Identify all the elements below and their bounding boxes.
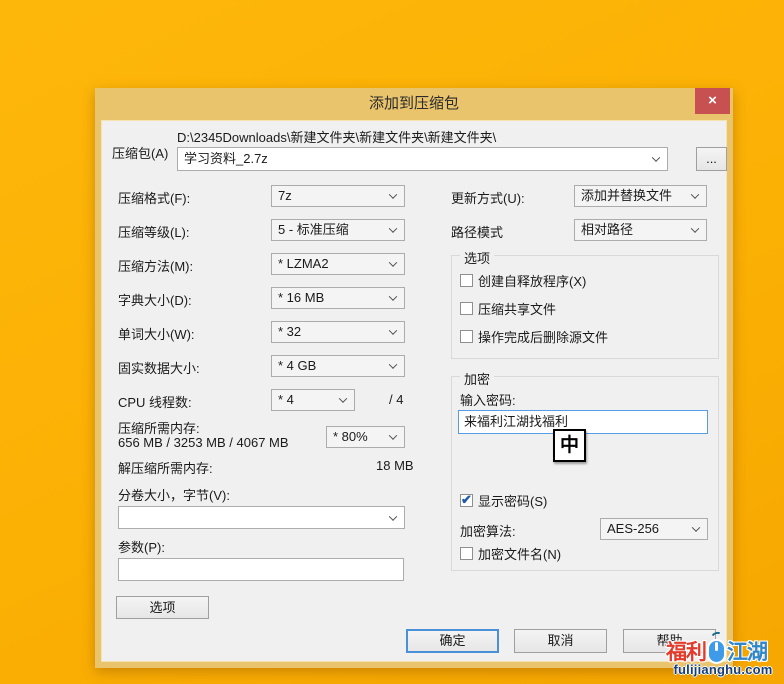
level-label: 压缩等级(L): xyxy=(118,222,190,241)
chevron-down-icon xyxy=(692,523,700,531)
cpu-threads-label: CPU 线程数: xyxy=(118,392,192,411)
chevron-down-icon xyxy=(389,292,397,300)
checkbox-box[interactable] xyxy=(460,547,473,560)
watermark: 福利 江湖 fulijianghu.com xyxy=(664,628,784,684)
cpu-threads-total: / 4 xyxy=(389,392,403,407)
chevron-down-icon xyxy=(389,431,397,439)
dialog-title: 添加到压缩包 xyxy=(369,95,459,112)
cancel-button[interactable]: 取消 xyxy=(514,629,607,653)
checkbox-encrypt-names[interactable]: 加密文件名(N) xyxy=(460,544,561,563)
chevron-down-icon xyxy=(389,258,397,266)
compress-memory-value: 656 MB / 3253 MB / 4067 MB xyxy=(118,435,289,450)
watermark-url: fulijianghu.com xyxy=(664,662,782,677)
chevron-down-icon xyxy=(389,360,397,368)
close-icon[interactable]: × xyxy=(695,88,730,114)
checkbox-box[interactable] xyxy=(460,330,473,343)
solid-block-label: 固实数据大小: xyxy=(118,358,200,377)
chevron-down-icon[interactable] xyxy=(652,153,660,161)
encryption-method-dropdown[interactable]: AES-256 xyxy=(600,518,708,540)
cpu-threads-dropdown[interactable]: * 4 xyxy=(271,389,355,411)
format-dropdown[interactable]: 7z xyxy=(271,185,405,207)
archive-name-value: 学习资料_2.7z xyxy=(184,151,268,166)
volume-size-combobox[interactable] xyxy=(118,506,405,529)
password-label: 输入密码: xyxy=(460,390,516,409)
chevron-down-icon xyxy=(389,224,397,232)
add-to-archive-dialog: 添加到压缩包 × 压缩包(A) D:\2345Downloads\新建文件夹\新… xyxy=(95,88,733,668)
archive-name-combobox[interactable]: 学习资料_2.7z xyxy=(177,147,668,171)
update-mode-dropdown[interactable]: 添加并替换文件 xyxy=(574,185,707,207)
parameters-input[interactable] xyxy=(118,558,404,581)
chevron-down-icon xyxy=(691,190,699,198)
memory-usage-dropdown[interactable]: * 80% xyxy=(326,426,405,448)
chevron-down-icon[interactable] xyxy=(389,512,397,520)
checkbox-delete-after[interactable]: 操作完成后删除源文件 xyxy=(460,327,608,346)
ok-button[interactable]: 确定 xyxy=(406,629,499,653)
encryption-group: 加密 输入密码: 来福利江湖找福利 ✔ 显示密码(S) 加密算法: AES-25… xyxy=(451,376,719,571)
update-mode-label: 更新方式(U): xyxy=(451,188,525,207)
mouse-icon xyxy=(709,641,724,662)
options-group-title: 选项 xyxy=(460,248,494,267)
chevron-down-icon xyxy=(389,326,397,334)
format-label: 压缩格式(F): xyxy=(118,188,190,207)
checkbox-compress-shared[interactable]: 压缩共享文件 xyxy=(460,299,556,318)
decompress-memory-value: 18 MB xyxy=(376,458,414,473)
word-size-dropdown[interactable]: * 32 xyxy=(271,321,405,343)
path-mode-label: 路径模式 xyxy=(451,222,503,241)
solid-block-dropdown[interactable]: * 4 GB xyxy=(271,355,405,377)
checkbox-show-password[interactable]: ✔ 显示密码(S) xyxy=(460,491,547,510)
volume-size-label: 分卷大小，字节(V): xyxy=(118,485,230,504)
archive-dir-path: D:\2345Downloads\新建文件夹\新建文件夹\新建文件夹\ xyxy=(177,127,496,146)
browse-button[interactable]: ... xyxy=(696,147,727,171)
decompress-memory-label: 解压缩所需内存: xyxy=(118,458,213,477)
title-bar[interactable]: 添加到压缩包 × xyxy=(95,88,733,120)
path-mode-dropdown[interactable]: 相对路径 xyxy=(574,219,707,241)
method-label: 压缩方法(M): xyxy=(118,256,193,275)
dictionary-dropdown[interactable]: * 16 MB xyxy=(271,287,405,309)
checkbox-create-sfx[interactable]: 创建自释放程序(X) xyxy=(460,271,586,290)
method-dropdown[interactable]: * LZMA2 xyxy=(271,253,405,275)
options-group: 选项 创建自释放程序(X) 压缩共享文件 操作完成后删除源文件 xyxy=(451,255,719,359)
archive-label: 压缩包(A) xyxy=(112,143,168,162)
chevron-down-icon xyxy=(389,190,397,198)
desktop: { "window": { "title": "添加到压缩包", "close_… xyxy=(0,0,784,684)
encryption-method-label: 加密算法: xyxy=(460,521,516,540)
dictionary-label: 字典大小(D): xyxy=(118,290,192,309)
word-size-label: 单词大小(W): xyxy=(118,324,195,343)
dialog-body: 压缩包(A) D:\2345Downloads\新建文件夹\新建文件夹\新建文件… xyxy=(101,120,727,662)
chevron-down-icon xyxy=(339,394,347,402)
chevron-down-icon xyxy=(691,224,699,232)
level-dropdown[interactable]: 5 - 标准压缩 xyxy=(271,219,405,241)
options-button[interactable]: 选项 xyxy=(116,596,209,619)
parameters-label: 参数(P): xyxy=(118,537,165,556)
checkbox-box[interactable]: ✔ xyxy=(460,494,473,507)
encryption-group-title: 加密 xyxy=(460,369,494,388)
checkbox-box[interactable] xyxy=(460,302,473,315)
ime-indicator: 中 xyxy=(553,429,586,462)
checkbox-box[interactable] xyxy=(460,274,473,287)
